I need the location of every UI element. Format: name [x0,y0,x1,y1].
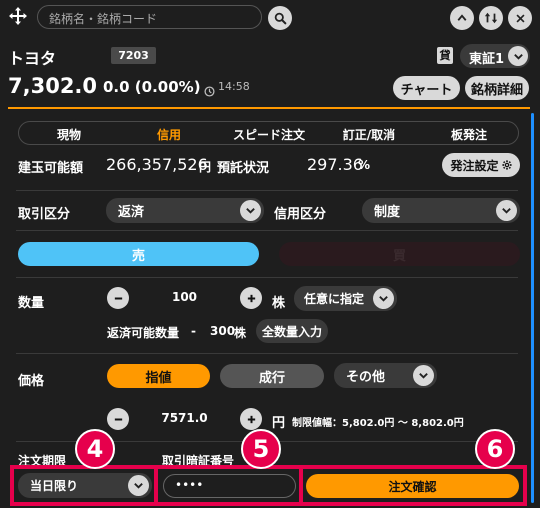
collapse-button[interactable] [450,6,474,30]
stock-code: 7203 [111,47,156,64]
divider [16,277,518,278]
credit-type-label: 信用区分 [274,207,327,222]
divider [16,190,518,191]
divider [16,353,518,354]
tab-correct-cancel[interactable]: 訂正/取消 [319,122,419,146]
divider [16,230,518,231]
fill-all-quantity-button[interactable]: 全数量入力 [256,319,328,343]
accent-divider [8,107,530,109]
search-placeholder: 銘柄名・銘柄コード [49,12,158,26]
credit-type-value: 制度 [374,205,401,220]
buying-power-label: 建玉可能額 [18,161,84,176]
current-price: 7,302.0 [8,74,98,98]
chevron-up-icon [457,14,467,21]
price-change: 0.0 (0.00%) [103,78,201,96]
quantity-mode-value: 任意に指定 [304,292,365,306]
tab-cash[interactable]: 現物 [19,122,119,146]
trade-type-label: 取引区分 [18,207,71,222]
quantity-decrement-button[interactable] [107,287,129,309]
swap-button[interactable] [479,6,503,30]
available-quantity-unit: 株 [234,326,247,340]
close-icon [515,13,525,23]
stock-detail-button[interactable]: 銘柄詳細 [465,76,529,100]
minus-icon [114,296,122,300]
credit-type-select[interactable]: 制度 [362,198,520,223]
plus-icon [247,294,255,302]
margin-status-value: 297.36 [307,155,363,174]
chart-button[interactable]: チャート [393,76,460,100]
search-button[interactable] [268,6,292,30]
pin-input[interactable]: •••• [163,474,296,498]
market-order-button[interactable]: 成行 [220,364,324,388]
price-increment-button[interactable] [240,408,262,430]
search-icon [274,12,286,24]
sell-button[interactable]: 売 [18,242,259,266]
chevron-down-icon [240,200,261,221]
gear-icon [501,160,512,170]
annotation-badge-5: 5 [241,429,281,469]
plus-icon [247,415,255,423]
quantity-mode-select[interactable]: 任意に指定 [294,286,397,311]
price-unit: 円 [272,416,286,431]
minus-icon [114,417,122,421]
tab-speed-order[interactable]: スピード注文 [219,122,319,146]
quantity-unit: 株 [272,296,286,311]
annotation-badge-4: 4 [75,429,115,469]
close-button[interactable] [508,6,532,30]
buying-power-value: 266,357,526 [106,155,208,174]
chevron-down-icon [496,200,517,221]
margin-status-unit: % [358,158,371,172]
price-other-select[interactable]: その他 [334,363,437,388]
available-quantity-dash: - [191,324,196,338]
limit-order-button[interactable]: 指値 [107,364,210,388]
highlight-divider [154,465,158,506]
chevron-down-icon [508,46,528,66]
buy-button[interactable]: 買 [279,242,520,266]
pin-value: •••• [175,478,204,492]
trade-type-select[interactable]: 返済 [106,198,264,223]
available-quantity-label: 返済可能数量 [107,326,180,340]
chevron-down-icon [413,365,434,386]
chevron-down-icon [373,288,394,309]
quantity-label: 数量 [18,296,45,311]
annotation-badge-6: 6 [475,429,515,469]
lending-badge: 貸 [437,47,453,64]
order-confirm-button[interactable]: 注文確認 [306,474,519,498]
price-decrement-button[interactable] [107,408,129,430]
market-value: 東証1 [469,52,505,67]
search-input[interactable]: 銘柄名・銘柄コード [37,5,262,29]
move-icon[interactable] [8,6,28,26]
price-other-value: その他 [346,370,386,385]
chevron-down-icon [128,475,149,496]
order-period-select[interactable]: 当日限り [18,473,152,498]
swap-icon [484,12,498,24]
scrollbar[interactable] [531,113,534,503]
quantity-increment-button[interactable] [240,287,262,309]
tab-margin[interactable]: 信用 [119,122,219,146]
order-tabs: 現物 信用 スピード注文 訂正/取消 板発注 [18,121,519,145]
price-limit-range: 制限値幅：5,802.0円 ～ 8,802.0円 [292,418,464,429]
stock-name: トヨタ [8,49,57,68]
update-time: 14:58 [218,80,250,93]
available-quantity-value: 300 [210,324,236,338]
buying-power-unit: 円 [199,160,212,174]
order-settings-button[interactable]: 発注設定 [442,153,520,177]
order-period-value: 当日限り [30,479,79,493]
trade-type-value: 返済 [118,205,145,220]
clock-icon [204,82,215,97]
highlight-divider [299,465,303,506]
quantity-input[interactable]: 100 [131,290,238,304]
price-label: 価格 [18,374,45,389]
price-input[interactable]: 7571.0 [131,411,238,425]
order-settings-label: 発注設定 [450,158,499,173]
margin-status-label: 預託状況 [217,161,270,176]
tab-board-order[interactable]: 板発注 [419,122,519,146]
market-select[interactable]: 東証1 [460,44,530,68]
